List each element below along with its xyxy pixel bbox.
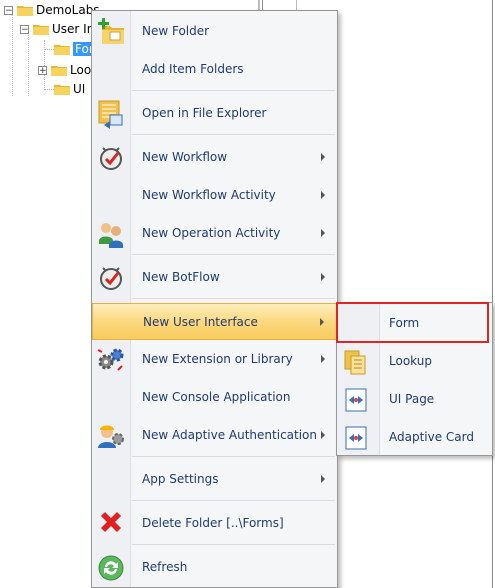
- tree-node-ui[interactable]: UI: [54, 80, 85, 98]
- tree-connector: [28, 28, 29, 96]
- submenu-item-adaptive-card[interactable]: Adaptive Card: [337, 419, 492, 455]
- menu-separator: [132, 456, 335, 457]
- adaptive-card-icon: [340, 422, 372, 454]
- submenu-arrow-icon: [321, 355, 325, 363]
- menu-item-new-console-application[interactable]: New Console Application: [92, 379, 337, 415]
- file-explorer-icon: [95, 98, 127, 130]
- workflow-icon: [95, 142, 127, 174]
- menu-item-add-item-folders[interactable]: Add Item Folders: [92, 51, 337, 87]
- tree-node-lookups[interactable]: + Loo: [38, 61, 91, 79]
- expand-toggle-icon[interactable]: +: [38, 65, 47, 75]
- submenu-arrow-icon: [321, 153, 325, 161]
- menu-separator: [132, 500, 335, 501]
- adaptive-auth-icon: [95, 420, 127, 452]
- menu-item-new-workflow[interactable]: New Workflow: [92, 139, 337, 175]
- operation-activity-icon: [95, 218, 127, 250]
- tree-connector: [44, 89, 54, 90]
- menu-item-new-adaptive-authentication[interactable]: New Adaptive Authentication: [92, 417, 337, 453]
- folder-icon: [54, 45, 70, 55]
- submenu-arrow-icon: [321, 191, 325, 199]
- refresh-icon: [95, 552, 127, 584]
- submenu-arrow-icon: [321, 431, 325, 439]
- submenu-item-lookup[interactable]: Lookup: [337, 343, 492, 379]
- submenu-item-ui-page[interactable]: UI Page: [337, 381, 492, 417]
- submenu-arrow-icon: [321, 273, 325, 281]
- menu-separator: [132, 134, 335, 135]
- menu-separator: [132, 90, 335, 91]
- menu-separator: [132, 298, 335, 299]
- menu-item-delete-folder[interactable]: Delete Folder [..\Forms]: [92, 505, 337, 541]
- submenu-arrow-icon: [321, 475, 325, 483]
- ui-page-icon: [340, 384, 372, 416]
- tree-node-forms[interactable]: For: [54, 40, 96, 58]
- folder-icon: [51, 66, 67, 76]
- submenu-arrow-icon: [320, 318, 324, 326]
- menu-item-open-in-file-explorer[interactable]: Open in File Explorer: [92, 95, 337, 131]
- menu-item-new-workflow-activity[interactable]: New Workflow Activity: [92, 177, 337, 213]
- menu-item-refresh[interactable]: Refresh: [92, 549, 337, 585]
- context-menu: New Folder Add Item Folders Open in File…: [91, 10, 338, 588]
- menu-item-new-operation-activity[interactable]: New Operation Activity: [92, 215, 337, 251]
- submenu-arrow-icon: [321, 229, 325, 237]
- lookup-icon: [340, 346, 372, 378]
- menu-separator: [132, 254, 335, 255]
- menu-item-new-folder[interactable]: New Folder: [92, 13, 337, 49]
- delete-x-icon: [95, 508, 127, 540]
- new-folder-icon: [95, 16, 127, 48]
- menu-item-new-botflow[interactable]: New BotFlow: [92, 259, 337, 295]
- collapse-toggle-icon[interactable]: −: [4, 5, 13, 15]
- botflow-icon: [95, 262, 127, 294]
- tree-node-demolabs[interactable]: − DemoLabs: [4, 1, 100, 19]
- folder-icon: [33, 25, 49, 35]
- extension-gears-icon: [95, 344, 127, 376]
- menu-item-new-extension-or-library[interactable]: New Extension or Library: [92, 341, 337, 377]
- folder-icon: [17, 6, 33, 16]
- right-panel-border: [492, 0, 493, 588]
- tree-node-user-interface[interactable]: − User In: [20, 20, 94, 38]
- tree-connector: [44, 49, 54, 50]
- form-highlight-box: [336, 302, 489, 343]
- folder-icon: [54, 85, 70, 95]
- tree-connector: [12, 10, 13, 96]
- menu-item-new-user-interface[interactable]: New User Interface: [92, 303, 337, 340]
- menu-item-app-settings[interactable]: App Settings: [92, 461, 337, 497]
- menu-separator: [132, 544, 335, 545]
- collapse-toggle-icon[interactable]: −: [20, 24, 29, 34]
